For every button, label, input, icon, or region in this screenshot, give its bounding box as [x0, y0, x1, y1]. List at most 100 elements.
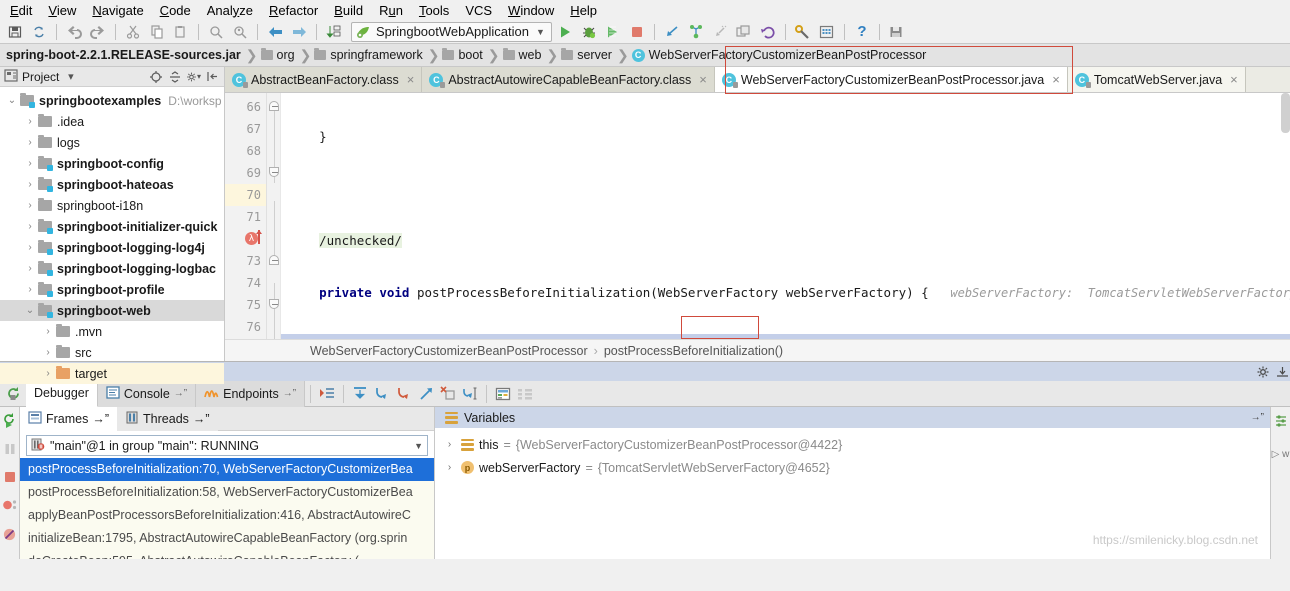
- chevron-right-icon[interactable]: ›: [22, 137, 38, 148]
- chevron-right-icon[interactable]: ›: [443, 462, 456, 473]
- tab-endpoints[interactable]: Endpoints →”: [196, 380, 306, 407]
- gutter-line-75[interactable]: 75: [225, 294, 266, 316]
- chevron-right-icon[interactable]: ›: [22, 116, 38, 127]
- code-text-area[interactable]: } /unchecked/ private void postProcessBe…: [281, 93, 1290, 339]
- tree-item--idea[interactable]: › .idea: [0, 111, 224, 132]
- menu-item-navigate[interactable]: Navigate: [84, 1, 151, 20]
- stack-frame-0[interactable]: postProcessBeforeInitialization:70, WebS…: [20, 458, 434, 481]
- menu-item-refactor[interactable]: Refactor: [261, 1, 326, 20]
- breadcrumb-item-3[interactable]: boot: [440, 44, 486, 66]
- breadcrumb-item-6[interactable]: C WebServerFactoryCustomizerBeanPostProce…: [630, 44, 931, 66]
- close-icon[interactable]: ×: [407, 72, 415, 87]
- sync-icon[interactable]: [28, 22, 50, 42]
- gear-icon[interactable]: [1255, 364, 1270, 379]
- breadcrumb-item-2[interactable]: springframework: [312, 44, 426, 66]
- chevron-right-icon[interactable]: ›: [22, 200, 38, 211]
- settings-small-icon[interactable]: [1274, 414, 1288, 431]
- find-usages-icon[interactable]: [229, 22, 251, 42]
- help-icon[interactable]: ?: [851, 22, 873, 42]
- fold-marker-end-icon[interactable]: [269, 101, 279, 111]
- undo-icon[interactable]: [63, 22, 85, 42]
- close-icon[interactable]: ×: [1230, 72, 1238, 87]
- step-into-icon[interactable]: [371, 383, 393, 405]
- close-icon[interactable]: ×: [699, 72, 707, 87]
- menu-item-edit[interactable]: Edit: [2, 1, 40, 20]
- force-step-into-icon[interactable]: [393, 383, 415, 405]
- find-icon[interactable]: [205, 22, 227, 42]
- menu-item-window[interactable]: Window: [500, 1, 562, 20]
- gutter-line-74[interactable]: 74: [225, 272, 266, 294]
- breadcrumb-item-0[interactable]: spring-boot-2.2.1.RELEASE-sources.jar: [4, 44, 245, 66]
- locate-icon[interactable]: [148, 69, 163, 84]
- menu-item-code[interactable]: Code: [152, 1, 199, 20]
- tree-item-logs[interactable]: › logs: [0, 132, 224, 153]
- tab-threads[interactable]: Threads →”: [117, 406, 218, 431]
- chevron-down-icon[interactable]: ▼: [414, 441, 423, 451]
- tree-item-springboot-hateoas[interactable]: › springboot-hateoas: [0, 174, 224, 195]
- frames-tab-strip[interactable]: Frames →” Threads →”: [20, 406, 434, 431]
- gutter-line-69[interactable]: 69: [225, 162, 266, 184]
- gutter-line-76[interactable]: 76: [225, 316, 266, 338]
- project-tree[interactable]: ⌄ springbootexamples D:\worksp › .idea › logs ›…: [0, 87, 224, 384]
- step-out-icon[interactable]: [415, 383, 437, 405]
- editor-tab-1[interactable]: C AbstractAutowireCapableBeanFactory.clas…: [422, 67, 715, 92]
- pin-icon[interactable]: →”: [174, 388, 187, 399]
- gutter-line-72[interactable]: λ: [225, 228, 266, 250]
- stack-frame-3[interactable]: initializeBean:1795, AbstractAutowireCap…: [20, 527, 434, 550]
- gutter-line-77[interactable]: 77: [225, 338, 266, 339]
- tab-debugger[interactable]: Debugger: [26, 380, 98, 407]
- chevron-right-icon[interactable]: ›: [22, 242, 38, 253]
- breadcrumb-item-4[interactable]: web: [501, 44, 546, 66]
- breadcrumb-item-5[interactable]: server: [559, 44, 616, 66]
- tree-item-springbootexamples[interactable]: ⌄ springbootexamples D:\worksp: [0, 90, 224, 111]
- step-into-toolbar-icon[interactable]: [661, 22, 683, 42]
- hide-panel-icon[interactable]: [205, 69, 220, 84]
- chevron-down-icon[interactable]: ⌄: [22, 305, 38, 316]
- gutter-line-73[interactable]: 73: [225, 250, 266, 272]
- line-number-gutter[interactable]: 666768697071λ7374757677: [225, 93, 267, 339]
- chevron-right-icon[interactable]: ›: [22, 158, 38, 169]
- gutter-line-70[interactable]: 70: [225, 184, 266, 206]
- editor-tab-3[interactable]: C TomcatWebServer.java ×: [1067, 67, 1246, 92]
- run-to-cursor-icon[interactable]: [459, 383, 481, 405]
- chevron-right-icon[interactable]: ›: [22, 221, 38, 232]
- code-folding-column[interactable]: [267, 93, 281, 339]
- tree-item-springboot-web[interactable]: ⌄ springboot-web: [0, 300, 224, 321]
- chevron-right-icon[interactable]: ›: [40, 368, 56, 379]
- save-icon[interactable]: [4, 22, 26, 42]
- copy-icon[interactable]: [146, 22, 168, 42]
- chevron-right-icon[interactable]: ›: [22, 263, 38, 274]
- rerun-icon[interactable]: [2, 383, 24, 405]
- menu-item-run[interactable]: Run: [371, 1, 411, 20]
- rerun-icon[interactable]: [2, 413, 17, 431]
- call-stack-list[interactable]: postProcessBeforeInitialization:70, WebS…: [20, 458, 434, 559]
- thread-selector[interactable]: "main"@1 in group "main": RUNNING ▼: [26, 435, 428, 456]
- sort-icon[interactable]: [323, 22, 345, 42]
- stack-frame-2[interactable]: applyBeanPostProcessorsBeforeInitializat…: [20, 504, 434, 527]
- menu-item-build[interactable]: Build: [326, 1, 371, 20]
- chevron-right-icon[interactable]: ›: [22, 179, 38, 190]
- mute-breakpoints-icon[interactable]: [2, 527, 17, 545]
- evaluate-expression-icon[interactable]: [492, 383, 514, 405]
- gutter-line-66[interactable]: 66: [225, 96, 266, 118]
- breadcrumb-item-1[interactable]: org: [259, 44, 299, 66]
- step-over-icon[interactable]: [349, 383, 371, 405]
- fold-marker-start-icon[interactable]: [269, 299, 279, 309]
- run-icon[interactable]: [554, 22, 576, 42]
- chevron-right-icon[interactable]: ›: [40, 347, 56, 358]
- pin-icon[interactable]: →”: [1251, 412, 1264, 423]
- gear-icon[interactable]: ▾: [186, 69, 201, 84]
- tree-item-springboot-logging-log4j[interactable]: › springboot-logging-log4j: [0, 237, 224, 258]
- settings-wrench-icon[interactable]: [792, 22, 814, 42]
- gutter-line-67[interactable]: 67: [225, 118, 266, 140]
- stop-icon[interactable]: [3, 470, 17, 487]
- tree-item-springboot-config[interactable]: › springboot-config: [0, 153, 224, 174]
- layers-icon[interactable]: [733, 22, 755, 42]
- gutter-line-71[interactable]: 71: [225, 206, 266, 228]
- tree-item-springboot-logging-logbac[interactable]: › springboot-logging-logbac: [0, 258, 224, 279]
- stack-frame-4[interactable]: doCreateBean:595, AbstractAutowireCapabl…: [20, 550, 434, 559]
- run-configuration-selector[interactable]: SpringbootWebApplication ▼: [351, 21, 552, 42]
- close-icon[interactable]: ×: [1052, 72, 1060, 87]
- back-icon[interactable]: [264, 22, 286, 42]
- show-execution-point-icon[interactable]: [316, 383, 338, 405]
